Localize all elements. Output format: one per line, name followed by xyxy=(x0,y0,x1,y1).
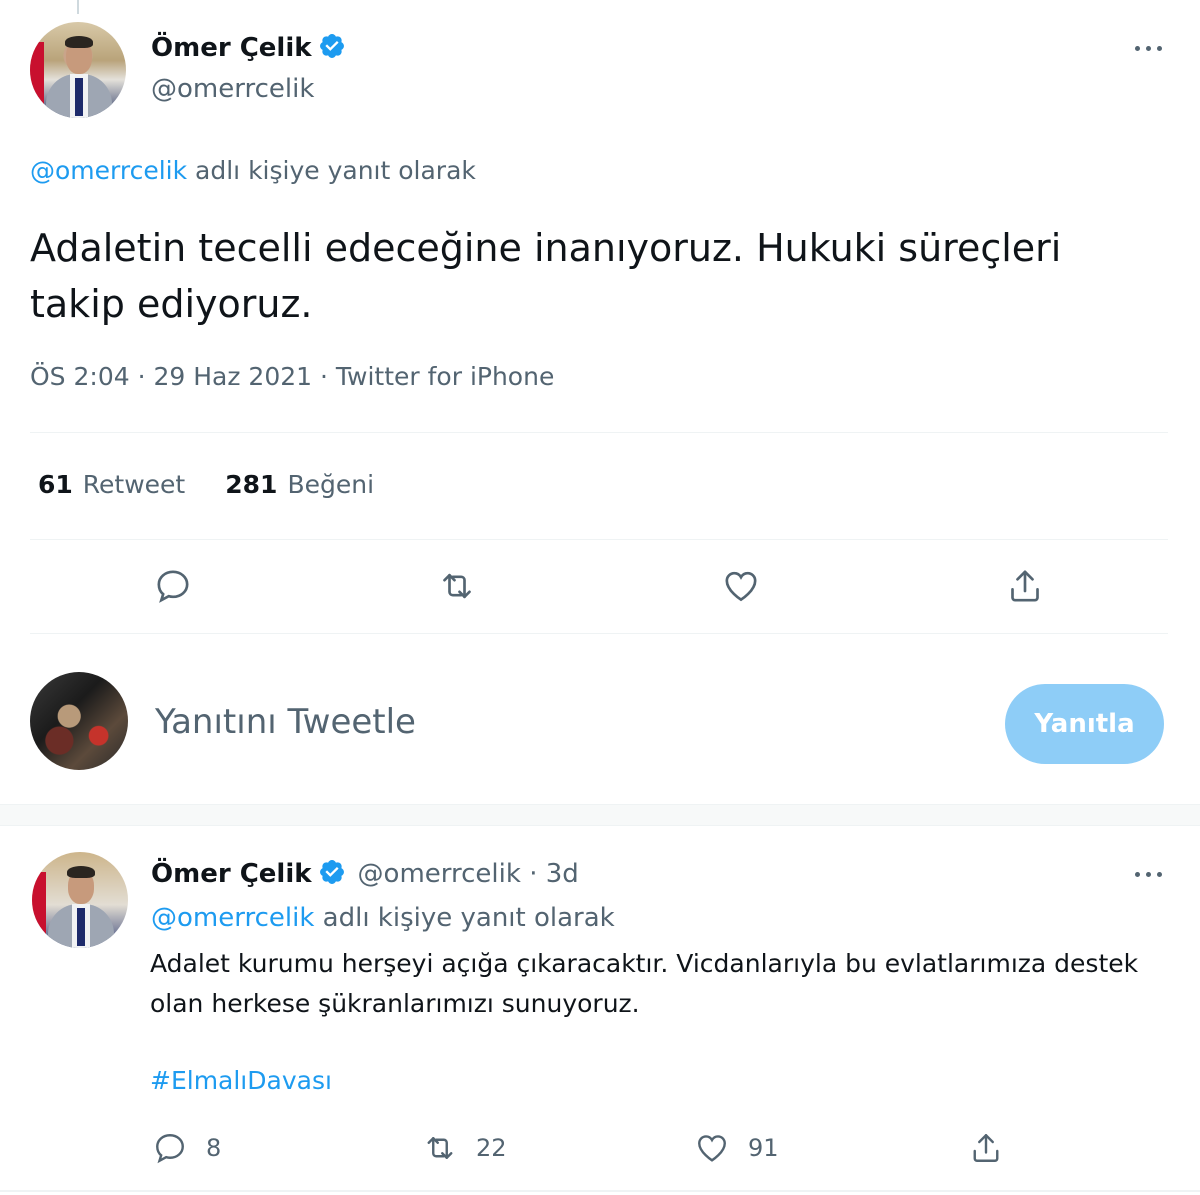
retweet-icon[interactable] xyxy=(437,566,477,606)
heart-icon[interactable] xyxy=(721,566,761,606)
reply-context: @omerrcelik adlı kişiye yanıt olarak xyxy=(30,156,476,185)
reply-author-avatar[interactable] xyxy=(32,852,128,948)
verified-badge-icon xyxy=(319,860,344,884)
section-separator xyxy=(0,804,1200,826)
reply-submit-button[interactable]: Yanıtla xyxy=(1005,684,1164,764)
reply-icon[interactable] xyxy=(153,566,193,606)
like-stat[interactable]: 281 Beğeni xyxy=(225,470,374,499)
tweet-text: Adaletin tecelli edeceğine inanıyoruz. H… xyxy=(30,226,1062,326)
share-icon xyxy=(973,1134,999,1162)
heart-icon xyxy=(698,1135,726,1162)
retweet-count: 61 xyxy=(38,470,73,499)
hashtag-link[interactable]: #ElmalıDavası xyxy=(150,1066,332,1095)
reply-action-retweet[interactable]: 22 xyxy=(422,1128,507,1168)
divider xyxy=(30,432,1168,433)
divider xyxy=(30,633,1168,634)
reply-action-like[interactable]: 91 xyxy=(694,1128,779,1168)
author-name[interactable]: Ömer Çelik xyxy=(151,33,312,63)
share-icon[interactable] xyxy=(1005,566,1045,606)
author-avatar[interactable] xyxy=(30,22,126,118)
like-count: 91 xyxy=(748,1134,779,1162)
more-icon[interactable] xyxy=(1128,864,1168,884)
current-user-avatar[interactable] xyxy=(30,672,128,770)
tweet-stats: 61 Retweet 281 Beğeni xyxy=(38,470,374,499)
divider xyxy=(30,539,1168,540)
thread-connector-line xyxy=(77,0,79,14)
reply-author-name[interactable]: Ömer Çelik xyxy=(151,859,312,889)
reply-action-share[interactable] xyxy=(968,1128,1004,1168)
reply-context-mention[interactable]: @omerrcelik xyxy=(151,903,314,933)
retweet-count: 22 xyxy=(476,1134,507,1162)
like-count: 281 xyxy=(225,470,278,499)
retweet-stat[interactable]: 61 Retweet xyxy=(38,470,185,499)
reply-action-reply[interactable]: 8 xyxy=(152,1128,221,1168)
reply-context: @omerrcelik adlı kişiye yanıt olarak xyxy=(151,903,615,933)
retweet-icon xyxy=(427,1137,453,1159)
reply-count: 8 xyxy=(206,1134,222,1162)
reply-author-handle[interactable]: @omerrcelik · 3d xyxy=(358,859,579,889)
author-handle[interactable]: @omerrcelik xyxy=(151,74,314,104)
reply-author-name-block[interactable]: Ömer Çelik @omerrcelik · 3d xyxy=(151,858,579,889)
reply-icon xyxy=(156,1134,184,1164)
author-name-block[interactable]: Ömer Çelik xyxy=(151,32,346,63)
more-icon[interactable] xyxy=(1128,38,1168,58)
verified-badge-icon xyxy=(319,34,344,58)
reply-tweet-text: Adalet kurumu herşeyi açığa çıkaracaktır… xyxy=(150,949,1139,1018)
reply-context-mention[interactable]: @omerrcelik xyxy=(30,156,187,185)
tweet-timestamp[interactable]: ÖS 2:04 · 29 Haz 2021 · Twitter for iPho… xyxy=(30,362,554,391)
reply-context-label: adlı kişiye yanıt olarak xyxy=(322,903,615,933)
reply-context-label: adlı kişiye yanıt olarak xyxy=(195,156,476,185)
divider xyxy=(0,1190,1200,1192)
retweet-stat-label: Retweet xyxy=(82,470,186,499)
reply-compose-input[interactable]: Yanıtını Tweetle xyxy=(155,702,416,742)
like-stat-label: Beğeni xyxy=(287,470,375,499)
